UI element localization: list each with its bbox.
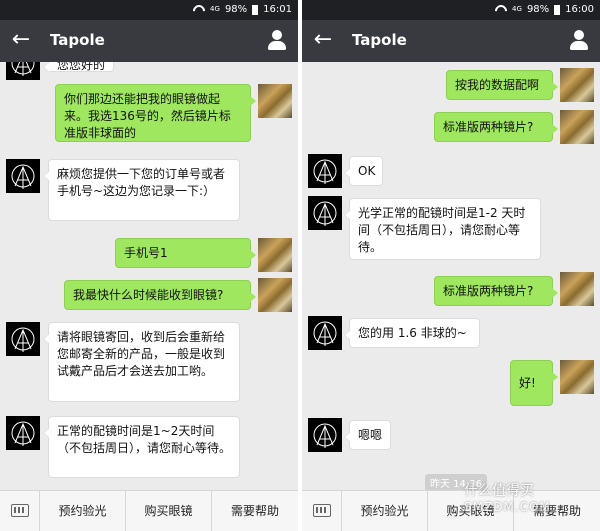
bot-avatar[interactable] [6,322,40,356]
bot-avatar[interactable] [308,316,342,350]
wifi-icon [193,5,205,15]
bot-avatar[interactable] [308,196,342,230]
bot-avatar[interactable] [6,416,40,450]
message-bubble: 你们那边还能把我的眼镜做起来。我选136号的，然后镜片标准版非球面的 [55,84,256,142]
message-list[interactable]: 按我的数据配啊 标准版两种镜片? OK 光学正常的配镜时间是1-2 天时间（不包… [302,62,600,490]
menu-book-eye-test[interactable]: 预约验光 [40,491,126,531]
wifi-icon [495,5,507,15]
keyboard-icon[interactable] [0,491,40,531]
clock: 16:01 [263,4,292,15]
screenshot-comparison: 4G 98% 16:01 ← Tapole 您您好的 你们那边还能把我的眼镜做起… [0,0,600,531]
nav-bar: ← Tapole [0,20,298,62]
user-profile-icon[interactable] [566,28,592,54]
message-bubble: 您的用 1.6 非球的~ [344,318,480,348]
my-avatar[interactable] [258,278,292,312]
message-bubble: 嗯嗯 [344,420,391,450]
bot-avatar[interactable] [308,154,342,188]
battery-percent: 98% [526,4,550,15]
chat-screen-left: 4G 98% 16:01 ← Tapole 您您好的 你们那边还能把我的眼镜做起… [0,0,298,531]
message-bubble: 麻烦您提供一下您的订单号或者手机号~这边为您记录一下:） [43,159,240,221]
bot-avatar[interactable] [6,159,40,193]
message-list[interactable]: 您您好的 你们那边还能把我的眼镜做起来。我选136号的，然后镜片标准版非球面的 … [0,62,298,490]
bot-avatar[interactable] [308,418,342,452]
status-bar: 4G 98% 16:01 [0,0,298,20]
message-bubble: 您您好的 [43,62,114,72]
message-bubble: 我最快什么时候能收到眼镜? [64,280,256,310]
chat-title: Tapole [50,31,105,49]
message-bubble: 按我的数据配啊 [446,70,558,100]
user-profile-icon[interactable] [264,28,290,54]
bottom-menu-bar: 预约验光 购买眼镜 需要帮助 [302,490,600,531]
my-avatar[interactable] [560,68,594,102]
battery-icon [554,4,561,15]
battery-percent: 98% [224,4,248,15]
chat-title: Tapole [352,31,407,49]
status-bar: 4G 98% 16:00 [302,0,600,20]
bottom-menu-bar: 预约验光 购买眼镜 需要帮助 [0,490,298,531]
back-arrow-icon[interactable]: ← [310,28,336,54]
nav-bar: ← Tapole [302,20,600,62]
message-bubble: 光学正常的配镜时间是1-2 天时间（不包括周日），请您耐心等待。 [344,198,541,260]
watermark-logo: 什么值得买 SMZDM.COM [464,483,551,514]
menu-need-help[interactable]: 需要帮助 [212,491,298,531]
back-arrow-icon[interactable]: ← [8,28,34,54]
menu-buy-glasses[interactable]: 购买眼镜 [126,491,212,531]
message-bubble: 标准版两种镜片? [434,276,558,306]
bot-avatar[interactable] [6,62,40,80]
battery-icon [252,4,259,15]
message-bubble: 请将眼镜寄回，收到后会重新给您邮寄全新的产品，一般是收到试戴产品后才会送去加工哟… [43,322,240,402]
message-bubble: 标准版两种镜片? [434,112,558,142]
my-avatar[interactable] [258,84,292,118]
chat-screen-right: 4G 98% 16:00 ← Tapole 按我的数据配啊 标准版两种镜片? O… [302,0,600,531]
menu-book-eye-test[interactable]: 预约验光 [342,491,428,531]
my-avatar[interactable] [258,238,292,272]
message-bubble: OK [344,156,383,186]
network-indicator: 4G [210,5,220,13]
clock: 16:00 [565,4,594,15]
my-avatar[interactable] [560,360,594,394]
message-bubble: 正常的配镜时间是1~2天时间（不包括周日），请您耐心等待。 [43,416,240,478]
keyboard-icon[interactable] [302,491,342,531]
my-avatar[interactable] [560,272,594,306]
my-avatar[interactable] [560,110,594,144]
network-indicator: 4G [512,5,522,13]
message-bubble: 手机号1 [115,238,256,268]
message-bubble: 好! [510,360,558,406]
